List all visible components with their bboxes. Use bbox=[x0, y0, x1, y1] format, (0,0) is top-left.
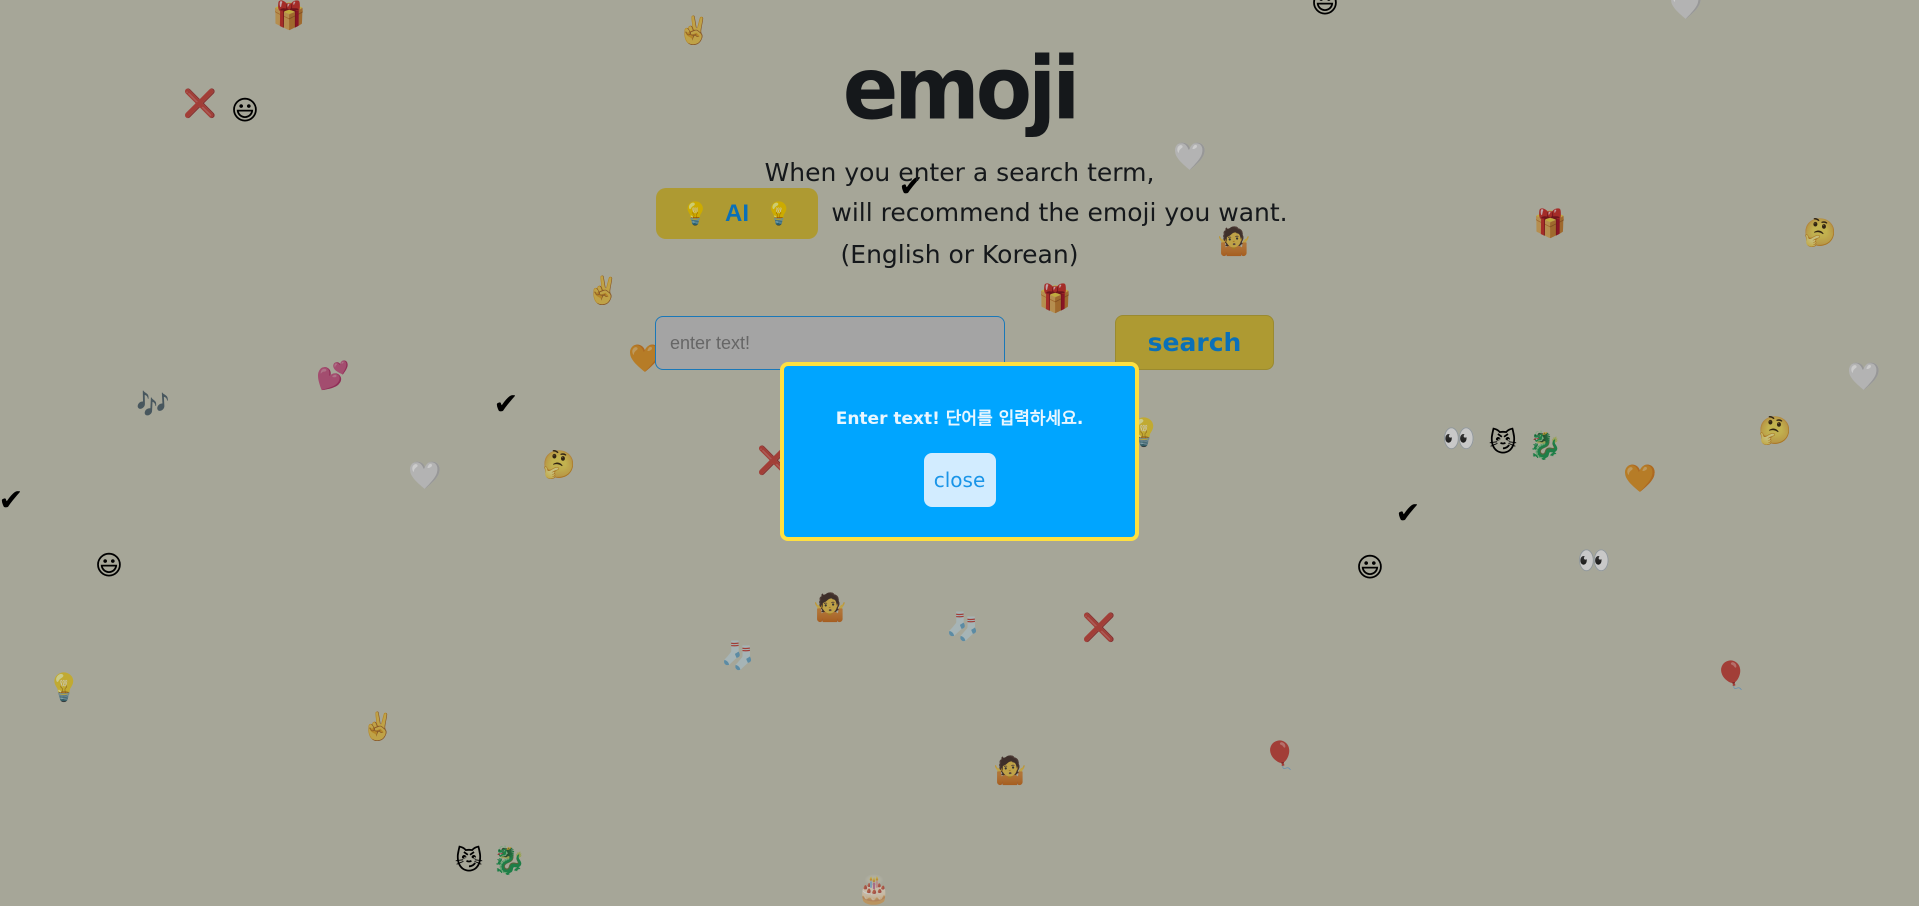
floating-emoji-icon: 🎂 bbox=[857, 874, 891, 906]
floating-emoji-icon: 🤔 bbox=[542, 449, 576, 481]
floating-emoji-icon: 😃 bbox=[94, 550, 124, 582]
floating-emoji-icon: ✔ bbox=[493, 387, 519, 422]
floating-emoji-icon: 🤍 bbox=[1847, 361, 1881, 393]
close-button[interactable]: close bbox=[923, 453, 996, 507]
floating-emoji-icon: 👀 bbox=[1577, 545, 1611, 577]
floating-emoji-icon: 🧦 bbox=[721, 640, 755, 672]
floating-emoji-icon: 😼 bbox=[454, 845, 484, 877]
floating-emoji-icon: ❌ bbox=[1082, 612, 1116, 644]
floating-emoji-icon: 🎈 bbox=[1714, 660, 1748, 692]
floating-emoji-icon: 😃 bbox=[1355, 552, 1385, 584]
floating-emoji-icon: 🤷 bbox=[813, 592, 847, 624]
search-button[interactable]: search bbox=[1115, 315, 1274, 370]
description-line-3: (English or Korean) bbox=[840, 240, 1079, 269]
lightbulb-icon: 💡 bbox=[765, 200, 793, 226]
floating-emoji-icon: 🎈 bbox=[1263, 740, 1297, 772]
floating-emoji-icon: 👀 bbox=[1442, 423, 1476, 455]
floating-emoji-icon: ✌️ bbox=[361, 711, 395, 743]
floating-emoji-icon: 🤷 bbox=[993, 755, 1027, 787]
floating-emoji-icon: 🐉 bbox=[1528, 430, 1562, 462]
floating-emoji-icon: 🎁 bbox=[1038, 283, 1072, 315]
modal-message: Enter text! 단어를 입력하세요. bbox=[835, 409, 1084, 429]
description-line-2: will recommend the emoji you want. bbox=[831, 198, 1288, 227]
floating-emoji-icon: 😃 bbox=[1310, 0, 1340, 20]
floating-emoji-icon: 😼 bbox=[1488, 427, 1518, 459]
floating-emoji-icon: ✔ bbox=[0, 483, 24, 518]
alert-modal: Enter text! 단어를 입력하세요. close bbox=[780, 362, 1139, 541]
floating-emoji-icon: 🎁 bbox=[272, 0, 306, 32]
floating-emoji-icon: 💕 bbox=[316, 360, 350, 392]
floating-emoji-icon: 🤍 bbox=[1669, 0, 1703, 22]
floating-emoji-icon: 🤍 bbox=[408, 460, 442, 492]
floating-emoji-icon: 🧦 bbox=[946, 611, 980, 643]
page-title: emoji bbox=[842, 39, 1081, 140]
floating-emoji-icon: 🤔 bbox=[1758, 415, 1792, 447]
lightbulb-icon: 💡 bbox=[681, 200, 709, 226]
floating-emoji-icon: 🧡 bbox=[1623, 463, 1657, 495]
floating-emoji-icon: 💡 bbox=[47, 672, 81, 704]
floating-emoji-icon: 🐉 bbox=[492, 845, 526, 877]
ai-label: AI bbox=[725, 199, 749, 227]
floating-emoji-icon: ✔ bbox=[1395, 496, 1421, 531]
floating-emoji-icon: ✌️ bbox=[586, 275, 620, 307]
description-line-1: When you enter a search term, bbox=[764, 158, 1155, 187]
ai-button[interactable]: 💡 AI 💡 bbox=[656, 188, 818, 239]
floating-emoji-icon: 🎶 bbox=[136, 389, 170, 421]
